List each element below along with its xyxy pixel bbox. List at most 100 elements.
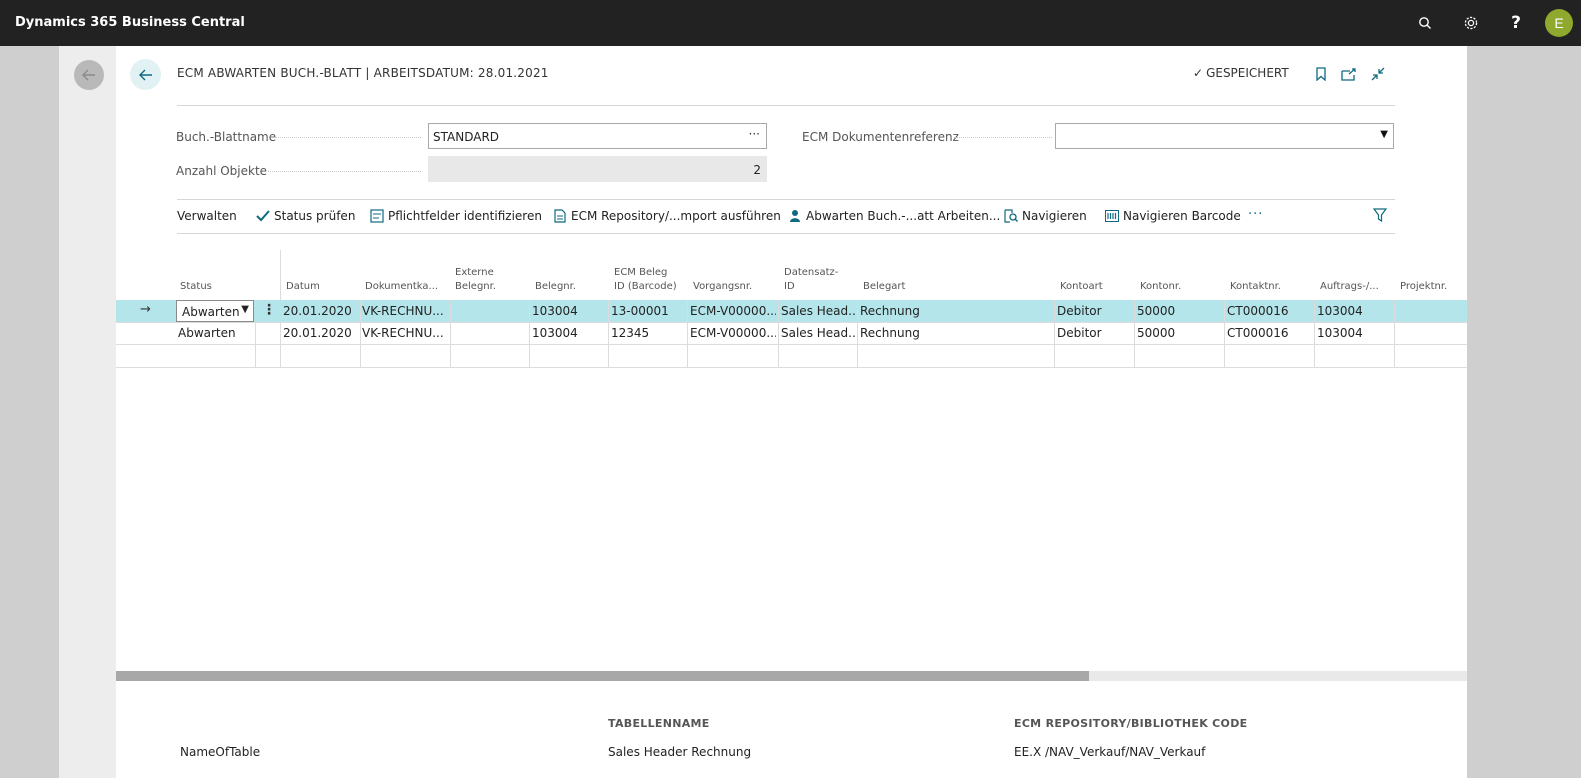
field-leader [271,137,421,138]
cell-ecm-barcode[interactable]: 13-00001 [611,304,669,318]
settings-icon[interactable] [1460,12,1482,34]
dropdown-caret-icon: ▼ [241,304,249,315]
cell-vorgangsnr[interactable]: ECM-V00000... [690,326,776,340]
col-header-auftrags[interactable]: Auftrags-/... [1320,280,1379,294]
cell-status[interactable]: Abwarten [178,326,236,340]
cell-kontonr[interactable]: 50000 [1137,304,1175,318]
col-header-datensatz[interactable]: Datensatz- ID [784,266,838,294]
dropdown-caret-icon: ▼ [1380,129,1388,140]
identify-required-action[interactable]: Pflichtfelder identifizieren [370,209,542,223]
app-title[interactable]: Dynamics 365 Business Central [15,15,245,30]
cell-datensatz[interactable]: Sales Head... [781,326,857,340]
field-leader [954,137,1052,138]
navigate-barcode-label: Navigieren Barcode [1123,209,1241,223]
row-menu-icon[interactable]: ⋮ [262,302,276,318]
status-value: Abwarten [182,305,240,319]
manage-menu[interactable]: Verwalten [177,209,237,223]
col-header-line: ECM Beleg [614,267,668,278]
col-header-line: Externe [455,267,494,278]
table-row[interactable]: → Abwarten ▼ ⋮ 20.01.2020 VK-RECHNU... 1… [116,300,1467,322]
cell-kontaktnr[interactable]: CT000016 [1227,304,1289,318]
cell-datensatz[interactable]: Sales Head... [781,304,857,318]
collapse-icon[interactable] [1369,65,1387,83]
cell-kontoart[interactable]: Debitor [1057,304,1102,318]
more-actions-button[interactable]: ··· [1248,207,1263,222]
filter-icon[interactable] [1372,208,1388,225]
identify-required-label: Pflichtfelder identifizieren [388,209,542,223]
col-header-status[interactable]: Status [180,280,212,294]
cell-belegart[interactable]: Rechnung [860,326,920,340]
await-journal-label: Abwarten Buch.-...att Arbeiten... [806,209,1001,223]
col-header-vorgangsnr[interactable]: Vorgangsnr. [693,280,752,294]
navigate-action[interactable]: Navigieren [1004,209,1087,223]
col-header-dokumentka[interactable]: Dokumentka... [365,280,438,294]
await-journal-action[interactable]: Abwarten Buch.-...att Arbeiten... [788,209,1000,223]
row-divider [116,367,1467,368]
col-header-externe[interactable]: Externe Belegnr. [455,266,496,294]
back-button[interactable] [130,59,161,90]
cell-ecm-barcode[interactable]: 12345 [611,326,649,340]
col-header-datum[interactable]: Datum [286,280,320,294]
col-header-line: ID (Barcode) [614,281,677,292]
cell-dokumentka[interactable]: VK-RECHNU... [362,326,446,340]
help-icon[interactable]: ? [1505,12,1527,34]
horizontal-scrollbar[interactable] [116,671,1467,681]
cell-kontonr[interactable]: 50000 [1137,326,1175,340]
user-avatar[interactable]: E [1545,9,1573,37]
cell-belegnr[interactable]: 103004 [532,304,578,318]
col-header-ecm-barcode[interactable]: ECM Beleg ID (Barcode) [614,266,677,294]
new-row[interactable] [116,345,1467,367]
doc-ref-select[interactable]: ▼ [1055,123,1394,149]
check-status-action[interactable]: Status prüfen [256,209,355,223]
lookup-ellipsis-icon[interactable]: ··· [749,127,760,141]
col-header-projektnr[interactable]: Projektnr. [1400,280,1447,294]
repository-import-action[interactable]: ECM Repository/...mport ausführen [553,209,781,223]
status-select[interactable]: Abwarten ▼ [176,300,254,322]
column-divider [360,300,361,367]
cell-datum[interactable]: 20.01.2020 [283,304,352,318]
column-divider [1394,300,1395,367]
scrollbar-thumb[interactable] [116,671,1089,681]
open-new-window-icon[interactable] [1340,65,1358,83]
background-back-icon [74,60,104,90]
saved-label: GESPEICHERT [1206,66,1289,80]
column-divider [529,300,530,367]
count-label: Anzahl Objekte [176,164,268,178]
cell-auftrags[interactable]: 103004 [1317,326,1363,340]
col-header-kontonr[interactable]: Kontonr. [1140,280,1181,294]
details-factbox: NameOfTable TABELLENNAME Sales Header Re… [116,683,1467,778]
cell-kontoart[interactable]: Debitor [1057,326,1102,340]
batch-name-label: Buch.-Blattname [176,130,277,144]
cell-kontaktnr[interactable]: CT000016 [1227,326,1289,340]
cell-vorgangsnr[interactable]: ECM-V00000... [690,304,776,318]
table-name-heading: TABELLENNAME [608,717,710,730]
header-divider [177,105,1395,106]
repository-value: EE.X /NAV_Verkauf/NAV_Verkauf [1014,745,1206,759]
cell-belegnr[interactable]: 103004 [532,326,578,340]
col-header-belegart[interactable]: Belegart [863,280,905,294]
cell-dokumentka[interactable]: VK-RECHNU... [362,304,446,318]
navigate-barcode-action[interactable]: Navigieren Barcode [1105,209,1241,223]
cell-datum[interactable]: 20.01.2020 [283,326,352,340]
cell-belegart[interactable]: Rechnung [860,304,920,318]
check-status-label: Status prüfen [274,209,356,223]
column-divider [778,300,779,367]
current-row-arrow-icon: → [140,302,151,317]
batch-name-field[interactable]: STANDARD ··· [428,123,767,149]
col-header-kontoart[interactable]: Kontoart [1060,280,1103,294]
col-header-belegnr[interactable]: Belegnr. [535,280,576,294]
check-icon: ✓ [1193,66,1204,80]
col-header-line: Datensatz- [784,267,839,278]
count-field: 2 [428,156,767,182]
column-divider [450,300,451,367]
table-name-value: Sales Header Rechnung [608,745,752,759]
back-arrow-icon [138,69,152,80]
navigate-label: Navigieren [1022,209,1087,223]
table-row[interactable]: Abwarten 20.01.2020 VK-RECHNU... 103004 … [116,322,1467,344]
cell-auftrags[interactable]: 103004 [1317,304,1363,318]
checkmark-icon [256,209,270,223]
column-divider [1134,300,1135,367]
col-header-kontaktnr[interactable]: Kontaktnr. [1230,280,1281,294]
bookmark-icon[interactable] [1312,65,1330,83]
search-icon[interactable] [1414,12,1436,34]
